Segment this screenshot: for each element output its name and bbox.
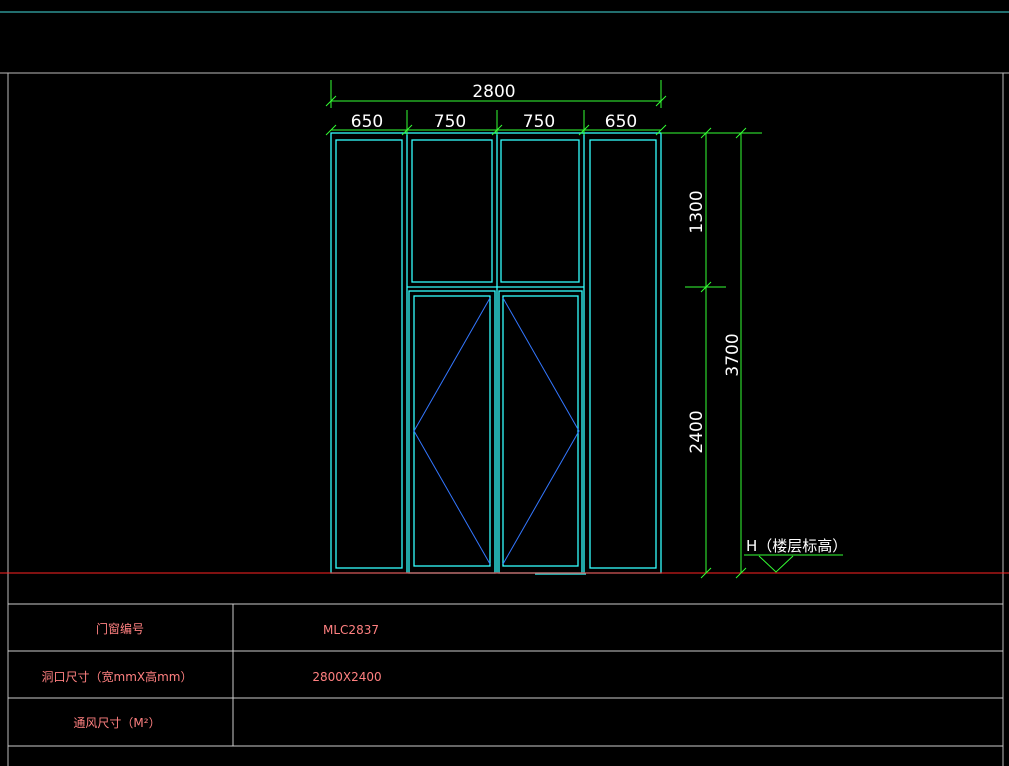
- panel-width-text-4: 650: [605, 112, 637, 132]
- cad-drawing-canvas: 2800 650 750 750 650 1300 2400 3700 H（楼层…: [0, 11, 1009, 766]
- drawing-frame: [0, 72, 1009, 766]
- level-mark: [744, 554, 843, 573]
- panel-width-text-3: 750: [523, 112, 555, 132]
- left-door-leaf: [408, 290, 496, 574]
- right-side-panel: [589, 139, 657, 569]
- table-row-2-value: 2800X2400: [312, 670, 381, 684]
- door-elevation: [330, 132, 662, 575]
- right-leaf-swing: [502, 297, 580, 565]
- outer-frame: [330, 132, 662, 574]
- left-side-panel: [335, 139, 403, 569]
- total-height-text: 3700: [723, 333, 743, 376]
- table-row-1-label: 门窗编号: [96, 621, 144, 636]
- upper-height-text: 1300: [687, 190, 707, 233]
- table-row-2-label: 洞口尺寸（宽mmX高mm）: [42, 669, 193, 684]
- overall-width-text: 2800: [472, 82, 515, 102]
- right-door-leaf: [498, 290, 583, 574]
- left-door-glass: [413, 295, 491, 567]
- upper-right-lite: [500, 139, 580, 283]
- right-door-glass: [502, 295, 579, 567]
- table-row-3-label: 通风尺寸（M²）: [73, 716, 160, 730]
- panel-width-text-2: 750: [434, 112, 466, 132]
- lower-height-text: 2400: [687, 410, 707, 453]
- panel-width-text-1: 650: [351, 112, 383, 132]
- table-row-1-value: MLC2837: [323, 623, 379, 637]
- level-mark-label: H（楼层标高）: [746, 537, 847, 555]
- upper-left-lite: [411, 139, 493, 283]
- left-leaf-swing: [413, 297, 491, 565]
